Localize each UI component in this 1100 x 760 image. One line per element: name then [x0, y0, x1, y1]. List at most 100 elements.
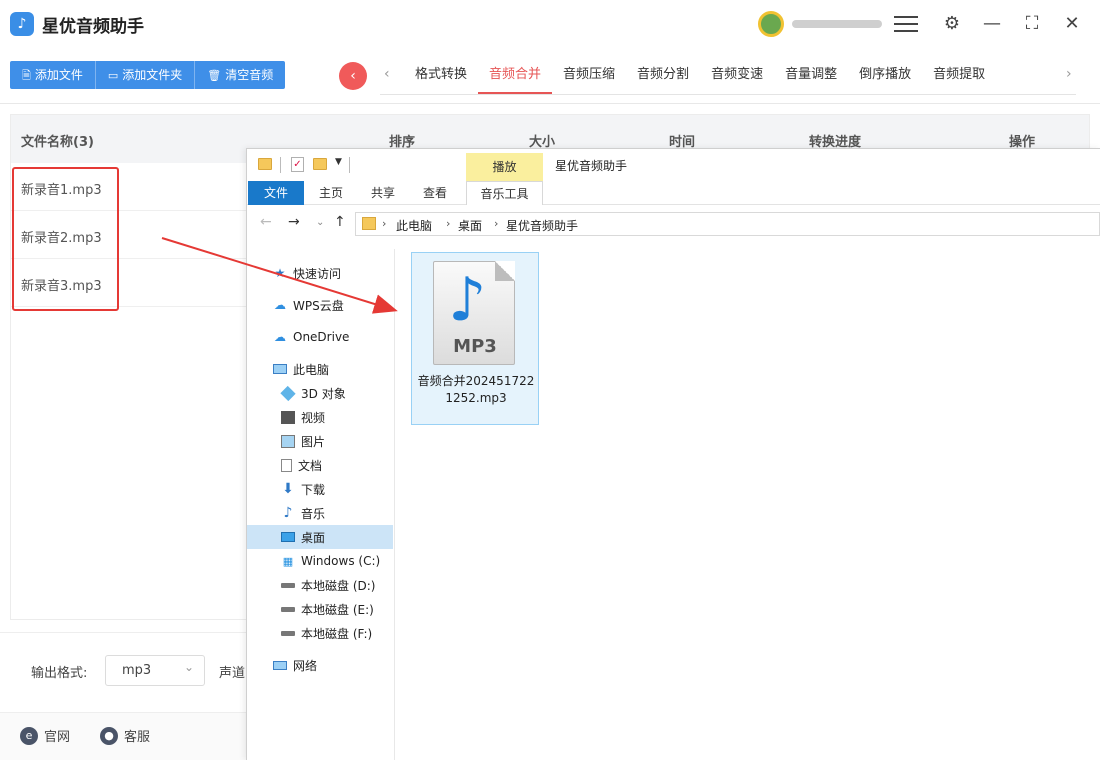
breadcrumb-separator: ›	[446, 217, 451, 230]
new-folder-icon[interactable]	[313, 158, 327, 170]
properties-icon[interactable]: ✓	[291, 157, 304, 172]
breadcrumb-folder[interactable]: 星优音频助手	[506, 217, 578, 234]
drive-icon	[281, 630, 295, 636]
cloud-icon: ☁	[274, 297, 286, 312]
play-context-tab[interactable]: 播放	[466, 153, 543, 181]
nav-label: 文档	[298, 458, 323, 473]
file-icon: 🗎	[22, 69, 31, 82]
header-divider	[0, 103, 1100, 104]
maximize-icon[interactable]: ⛶	[1018, 10, 1046, 38]
nav-network[interactable]: 网络	[247, 653, 393, 677]
nav-documents[interactable]: 文档	[247, 453, 393, 477]
tab-audio-split[interactable]: 音频分割	[626, 58, 700, 94]
ribbon-tab-music-tools[interactable]: 音乐工具	[466, 181, 543, 205]
title-bar: ♪ 星优音频助手 ⚙ — ⛶ ✕	[0, 0, 1100, 48]
nav-downloads[interactable]: ⬇ 下载	[247, 477, 393, 501]
folder-icon[interactable]	[258, 158, 272, 170]
tab-audio-compress[interactable]: 音频压缩	[552, 58, 626, 94]
page-fold	[495, 261, 515, 281]
nav-videos[interactable]: 视频	[247, 405, 393, 429]
user-avatar[interactable]	[758, 11, 784, 37]
merged-mp3-file[interactable]: ♪ MP3 音频合并2024517221252.mp3	[411, 252, 539, 425]
ribbon-tabs: 文件 主页 共享 查看 音乐工具	[247, 181, 1100, 205]
nav-drive-d[interactable]: 本地磁盘 (D:)	[247, 573, 393, 597]
customer-service-link[interactable]: ● 客服	[100, 726, 150, 745]
breadcrumb-separator: ›	[382, 217, 387, 230]
forward-arrow-icon[interactable]: →	[288, 214, 300, 230]
divider	[280, 157, 281, 173]
ribbon-tab-file[interactable]: 文件	[248, 181, 304, 205]
menu-icon[interactable]	[894, 16, 918, 32]
nav-label: 3D 对象	[301, 386, 346, 401]
tab-audio-merge[interactable]: 音频合并	[478, 58, 553, 94]
nav-label: 图片	[301, 434, 326, 449]
nav-desktop[interactable]: 桌面	[247, 525, 393, 549]
nav-drive-f[interactable]: 本地磁盘 (F:)	[247, 621, 393, 645]
nav-label: 网络	[293, 658, 318, 673]
nav-pictures[interactable]: 图片	[247, 429, 393, 453]
breadcrumb-separator: ›	[494, 217, 499, 230]
user-name-placeholder[interactable]	[792, 20, 882, 28]
tab-volume-adjust[interactable]: 音量调整	[774, 58, 848, 94]
nav-label: 快速访问	[293, 266, 342, 281]
windows-drive-icon: ▦	[282, 554, 294, 568]
add-folder-button[interactable]: ▭ 添加文件夹	[95, 61, 196, 89]
tab-reverse-play[interactable]: 倒序播放	[848, 58, 922, 94]
tab-audio-speed[interactable]: 音频变速	[700, 58, 774, 94]
channel-label: 声道	[219, 666, 246, 681]
drive-icon	[281, 582, 295, 588]
file-page-shape: ♪ MP3	[433, 261, 515, 365]
nav-drive-c[interactable]: ▦ Windows (C:)	[247, 549, 393, 573]
clear-audio-button[interactable]: 🗑 清空音频	[195, 61, 286, 89]
recent-locations-icon[interactable]: ⌄	[316, 217, 324, 228]
nav-this-pc[interactable]: 此电脑	[247, 357, 393, 381]
cube-icon	[280, 385, 296, 401]
ribbon-tab-view[interactable]: 查看	[411, 181, 459, 205]
output-format-value: mp3	[122, 663, 152, 678]
divider	[349, 157, 350, 173]
close-icon[interactable]: ✕	[1058, 10, 1086, 38]
website-link[interactable]: e 官网	[20, 726, 70, 745]
mp3-type-label: MP3	[453, 336, 497, 357]
chevron-down-icon: ⌄	[184, 660, 195, 674]
nav-label: Windows (C:)	[301, 554, 381, 568]
back-button[interactable]: ‹	[339, 62, 367, 90]
nav-label: 视频	[301, 410, 326, 425]
output-format-select[interactable]: mp3 ⌄	[105, 655, 205, 686]
nav-label: 音乐	[301, 506, 326, 521]
nav-music[interactable]: ♪ 音乐	[247, 501, 393, 525]
ribbon-tab-home[interactable]: 主页	[307, 181, 355, 205]
files-highlight-box	[12, 167, 119, 311]
nav-3d-objects[interactable]: 3D 对象	[247, 381, 393, 405]
tabs-scroll-left-icon[interactable]: ‹	[384, 66, 390, 82]
folder-icon: ▭	[107, 69, 119, 82]
minimize-icon[interactable]: —	[978, 10, 1006, 38]
nav-label: 本地磁盘 (F:)	[301, 626, 373, 641]
network-icon	[273, 660, 287, 670]
breadcrumb-desktop[interactable]: 桌面	[458, 217, 482, 234]
desktop-icon	[281, 532, 295, 542]
drive-icon	[281, 606, 295, 612]
breadcrumb-this-pc[interactable]: 此电脑	[396, 217, 432, 234]
toolbar: 🗎 添加文件 ▭ 添加文件夹 🗑 清空音频	[10, 61, 286, 89]
nav-label: WPS云盘	[293, 298, 344, 313]
ribbon-tab-share[interactable]: 共享	[359, 181, 407, 205]
feature-tabs: 格式转换 音频合并 音频压缩 音频分割 音频变速 音量调整 倒序播放 音频提取	[404, 58, 996, 94]
customize-dropdown-icon[interactable]: ▼	[335, 157, 342, 167]
video-icon	[281, 410, 295, 424]
tab-audio-extract[interactable]: 音频提取	[922, 58, 996, 94]
nav-quick-access[interactable]: ★ 快速访问	[247, 261, 393, 285]
add-file-button[interactable]: 🗎 添加文件	[10, 61, 96, 89]
up-arrow-icon[interactable]: ↑	[334, 214, 346, 230]
address-bar[interactable]: › 此电脑 › 桌面 › 星优音频助手	[355, 212, 1100, 236]
nav-wps-cloud[interactable]: ☁ WPS云盘	[247, 293, 393, 317]
nav-onedrive[interactable]: ☁ OneDrive	[247, 325, 393, 349]
navigation-bar: ← → ⌄ ↑ › 此电脑 › 桌面 › 星优音频助手	[247, 205, 1100, 241]
nav-label: 本地磁盘 (E:)	[301, 602, 374, 617]
tabs-scroll-right-icon[interactable]: ›	[1066, 66, 1072, 82]
settings-icon[interactable]: ⚙	[938, 10, 966, 38]
tab-format-convert[interactable]: 格式转换	[404, 58, 478, 94]
nav-drive-e[interactable]: 本地磁盘 (E:)	[247, 597, 393, 621]
chat-icon: ●	[100, 726, 118, 745]
back-arrow-icon[interactable]: ←	[260, 214, 272, 230]
